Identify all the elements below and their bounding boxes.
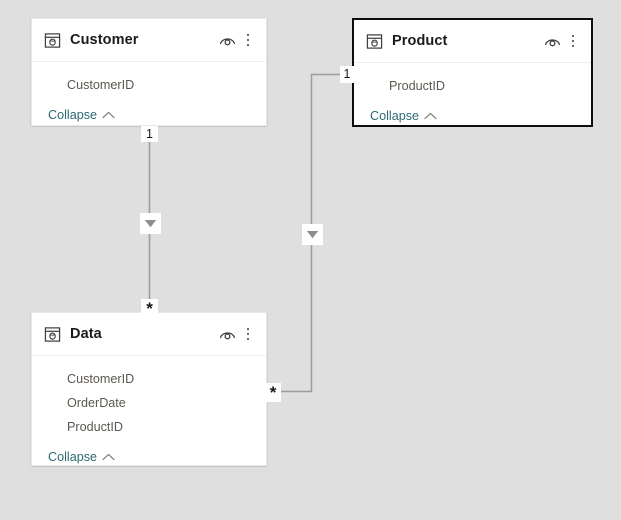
more-options-icon[interactable] [240,324,256,344]
table-icon [366,34,383,49]
eye-icon[interactable] [541,31,563,51]
chevron-up-icon [102,453,115,461]
chevron-up-icon [424,112,437,120]
collapse-label: Collapse [48,108,98,122]
more-options-icon[interactable] [240,30,256,50]
field-list: CustomerID [32,62,266,101]
chevron-up-icon [102,111,115,119]
collapse-row: Collapse [32,443,266,476]
cardinality-label: * [269,382,277,402]
table-card-header[interactable]: Data [32,313,266,356]
field-item[interactable]: CustomerID [32,73,266,97]
cardinality-badge-one-product[interactable]: 1 [340,66,354,83]
field-item[interactable]: ProductID [32,415,266,439]
filter-direction-arrow-icon [306,231,319,239]
table-icon [44,327,61,342]
table-icon [44,33,61,48]
cardinality-badge-one-customer[interactable]: 1 [141,126,158,142]
table-name: Data [70,326,102,342]
model-diagram-canvas[interactable]: Customer CustomerID Collapse Product Pro… [0,0,621,520]
cardinality-badge-many-data-product[interactable]: * [265,383,281,402]
collapse-row: Collapse [354,102,591,135]
filter-direction-arrow-customer-data[interactable] [140,213,161,234]
table-header-actions [216,324,256,344]
cardinality-label: 1 [343,67,351,82]
collapse-button[interactable]: Collapse [48,107,115,123]
filter-direction-arrow-product-data[interactable] [302,224,323,245]
field-item[interactable]: OrderDate [32,391,266,415]
table-name: Customer [70,32,139,48]
field-list: CustomerID OrderDate ProductID [32,356,266,443]
field-item[interactable]: ProductID [354,74,591,98]
field-list: ProductID [354,63,591,102]
table-name: Product [392,33,448,49]
eye-icon[interactable] [216,324,238,344]
cardinality-label: 1 [146,126,153,141]
table-card-customer[interactable]: Customer CustomerID Collapse [31,18,267,126]
collapse-label: Collapse [48,450,98,464]
cardinality-label: * [146,298,153,318]
collapse-label: Collapse [370,109,420,123]
collapse-button[interactable]: Collapse [48,449,115,465]
cardinality-badge-many-data[interactable]: * [141,299,158,318]
collapse-button[interactable]: Collapse [370,108,437,124]
eye-icon[interactable] [216,30,238,50]
field-item[interactable]: CustomerID [32,367,266,391]
filter-direction-arrow-icon [144,220,157,228]
table-card-data[interactable]: Data CustomerID OrderDate ProductID Coll… [31,312,267,466]
table-header-actions [541,31,581,51]
table-card-header[interactable]: Product [354,20,591,63]
table-card-product[interactable]: Product ProductID Collapse [352,18,593,127]
table-card-header[interactable]: Customer [32,19,266,62]
more-options-icon[interactable] [565,31,581,51]
table-header-actions [216,30,256,50]
